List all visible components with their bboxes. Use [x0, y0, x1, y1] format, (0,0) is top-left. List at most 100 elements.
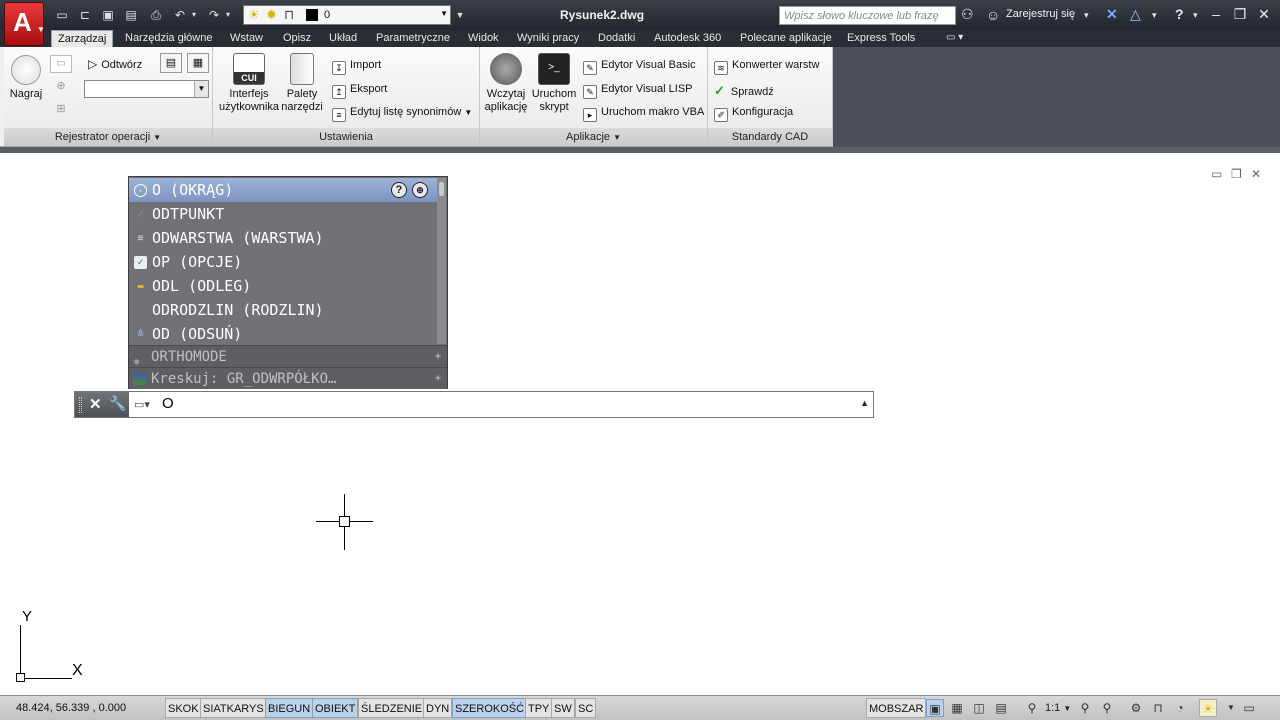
command-history-icon[interactable]: ▲ — [860, 398, 869, 408]
tab-manage[interactable]: Zarządzaj — [51, 30, 114, 47]
request-input-icon[interactable]: ⊕ — [50, 79, 72, 97]
toggle-transparency[interactable]: TPY — [525, 698, 553, 718]
command-prompt-icon[interactable]: ▭▾ — [134, 398, 150, 411]
save-icon[interactable]: ▣ — [100, 7, 116, 23]
exchange-icon[interactable]: ✕ — [1106, 6, 1118, 23]
tab-insert[interactable]: Wstaw — [224, 30, 269, 47]
redo-dropdown-icon[interactable]: ▾ — [220, 7, 236, 23]
ribbon-minimize-icon[interactable]: ▭ ▾ — [940, 30, 969, 47]
workspace-gear-icon[interactable]: ⚙ — [1127, 699, 1145, 717]
autodesk-a360-icon[interactable]: △ — [1130, 6, 1141, 23]
base-point-icon[interactable]: ⊞ — [50, 102, 72, 120]
new-file-icon[interactable]: ▭ — [54, 7, 70, 23]
layer-translator-button[interactable]: ≋ Konwerter warstw — [714, 59, 819, 75]
tab-layout[interactable]: Układ — [323, 30, 363, 47]
toggle-quick-properties[interactable]: SW — [551, 698, 575, 718]
insert-message-icon[interactable]: ▭ — [50, 55, 72, 73]
annotation-visibility-icon[interactable]: ⚲ — [1076, 699, 1094, 717]
toggle-snap[interactable]: SKOK — [165, 698, 202, 718]
restore-window-icon[interactable]: ❐ — [1230, 4, 1250, 24]
minimize-window-icon[interactable]: – — [1206, 4, 1226, 24]
open-file-icon[interactable]: ⊏ — [77, 7, 93, 23]
autocomplete-item-circle[interactable]: · O (OKRĄG) ? ⊕ — [129, 178, 437, 202]
macro-preferences-icon[interactable]: ▤ — [160, 53, 182, 73]
import-button[interactable]: ↧ Import — [332, 59, 381, 75]
toggle-dyn[interactable]: DYN — [423, 698, 453, 718]
tab-parametric[interactable]: Parametryczne — [370, 30, 456, 47]
a360-dropdown-icon[interactable]: ▾ — [1152, 10, 1157, 21]
macro-select-combo[interactable]: ▼ — [84, 80, 209, 98]
layout-icon[interactable]: ◫ — [970, 699, 988, 717]
export-button[interactable]: ↥ Eksport — [332, 83, 387, 99]
signin-link[interactable]: Zarejestruj się — [1006, 8, 1075, 20]
auto-scale-icon[interactable]: ⚲ — [1098, 699, 1116, 717]
panel-title-action-recorder[interactable]: Rejestrator operacji ▼ — [4, 128, 212, 146]
play-button[interactable]: ▷ Odtwórz — [88, 57, 142, 71]
tab-view[interactable]: Widok — [462, 30, 505, 47]
web-search-icon[interactable]: ⊕ — [412, 182, 428, 198]
signin-dropdown-icon[interactable]: ▾ — [1084, 10, 1089, 21]
check-standards-button[interactable]: ✓ Sprawdź — [714, 83, 774, 99]
application-status-menu-icon[interactable]: ▼ — [1222, 699, 1240, 717]
search-input[interactable]: Wpisz słowo kluczowe lub frazę — [779, 6, 956, 25]
toggle-lineweight[interactable]: SZEROKOŚĆ — [452, 698, 528, 718]
application-menu-button[interactable]: A ▼ — [4, 2, 45, 46]
toggle-osnap[interactable]: OBIEKT — [312, 698, 359, 718]
close-window-icon[interactable]: ✕ — [1254, 4, 1274, 24]
drawing-restore-icon[interactable]: ❐ — [1231, 167, 1242, 181]
layout-grid-icon[interactable]: ▦ — [948, 699, 966, 717]
toggle-polar[interactable]: BIEGUN — [265, 698, 314, 718]
autocomplete-item-odl[interactable]: ▬ ODL (ODLEG) — [129, 274, 437, 298]
tool-palettes-button[interactable]: Palety narzędzi — [281, 53, 323, 114]
model-tab-icon[interactable]: ▣ — [926, 699, 944, 717]
tab-home[interactable]: Narzędzia główne — [119, 30, 218, 47]
clean-screen-icon[interactable]: ▭ — [1240, 699, 1258, 717]
autocomplete-item-od[interactable]: ≙ OD (ODSUŃ) — [129, 322, 437, 346]
tab-output[interactable]: Wyniki pracy — [511, 30, 585, 47]
wrench-icon[interactable]: 🔧 — [109, 395, 126, 412]
coordinates-readout[interactable]: 48.424, 56.339 , 0.000 — [16, 702, 126, 714]
command-line-handle[interactable]: ✕ 🔧 — [75, 392, 129, 417]
cui-button[interactable]: CUI Interfejs użytkownika — [217, 53, 281, 114]
tab-autodesk-360[interactable]: Autodesk 360 — [648, 30, 727, 47]
hardware-acceleration-icon[interactable]: ◔ — [1171, 699, 1189, 717]
autocomplete-item-odrodzlin[interactable]: ODRODZLIN (RODZLIN) — [129, 298, 437, 322]
tab-addins[interactable]: Dodatki — [592, 30, 641, 47]
help-icon[interactable]: ? — [1175, 6, 1184, 22]
tab-featured-apps[interactable]: Polecane aplikacje — [734, 30, 838, 47]
autocomplete-item-odtpunkt[interactable]: ⁄ ODTPUNKT — [129, 202, 437, 226]
command-input[interactable]: O — [162, 395, 174, 412]
run-script-button[interactable]: >_ Uruchom skrypt — [530, 53, 578, 114]
drawing-close-icon[interactable]: ✕ — [1251, 167, 1261, 181]
undo-dropdown-icon[interactable]: ▾ — [186, 7, 202, 23]
lock-icon[interactable]: ⊓ — [1149, 699, 1167, 717]
tab-annotate[interactable]: Opisz — [277, 30, 317, 47]
close-icon[interactable]: ✕ — [89, 395, 102, 413]
toggle-grid[interactable]: SIATKARYS — [200, 698, 267, 718]
print-icon[interactable]: ⎙ — [148, 7, 164, 23]
autocomplete-item-op[interactable]: ✓ OP (OPCJE) — [129, 250, 437, 274]
toggle-otrack[interactable]: ŚLEDZENIE — [358, 698, 426, 718]
drawing-minimize-icon[interactable]: ▭ — [1211, 167, 1222, 181]
edit-aliases-button[interactable]: ≡ Edytuj listę synonimów ▼ — [332, 106, 472, 122]
save-as-icon[interactable]: ▤ — [123, 7, 139, 23]
configure-standards-button[interactable]: ✐ Konfiguracja — [714, 106, 793, 122]
macro-manage-icon[interactable]: ▦ — [187, 53, 209, 73]
vba-editor-button[interactable]: ✎ Edytor Visual Basic — [583, 59, 696, 75]
layer-combo[interactable]: ☀ ✹ ⊓ 0 ▼ — [243, 5, 451, 25]
panel-title-applications[interactable]: Aplikacje ▼ — [480, 128, 707, 146]
customize-toolbar-icon[interactable]: ▼ — [452, 7, 468, 23]
tab-express-tools[interactable]: Express Tools — [841, 30, 921, 47]
model-space-toggle[interactable]: MOBSZAR — [866, 698, 927, 718]
autocomplete-item-odwarstwa[interactable]: ≋ ODWARSTWA (WARSTWA) — [129, 226, 437, 250]
lisp-editor-button[interactable]: ✎ Edytor Visual LISP — [583, 83, 693, 99]
load-application-button[interactable]: Wczytaj aplikację — [482, 53, 530, 114]
help-dropdown-icon[interactable]: ▾ — [1193, 10, 1198, 21]
annotation-scale-icon[interactable]: ⚲ — [1023, 699, 1041, 717]
isolate-objects-icon[interactable]: ☀ — [1199, 699, 1217, 717]
autocomplete-group-sysvar[interactable]: ✹ ORTHOMODE + — [129, 345, 447, 367]
quick-view-icon[interactable]: ▤ — [992, 699, 1010, 717]
scrollbar-thumb[interactable] — [439, 182, 444, 196]
run-vba-macro-button[interactable]: ▸ Uruchom makro VBA — [583, 106, 704, 122]
annotation-scale-value[interactable]: 1:1 ▼ — [1045, 702, 1071, 714]
